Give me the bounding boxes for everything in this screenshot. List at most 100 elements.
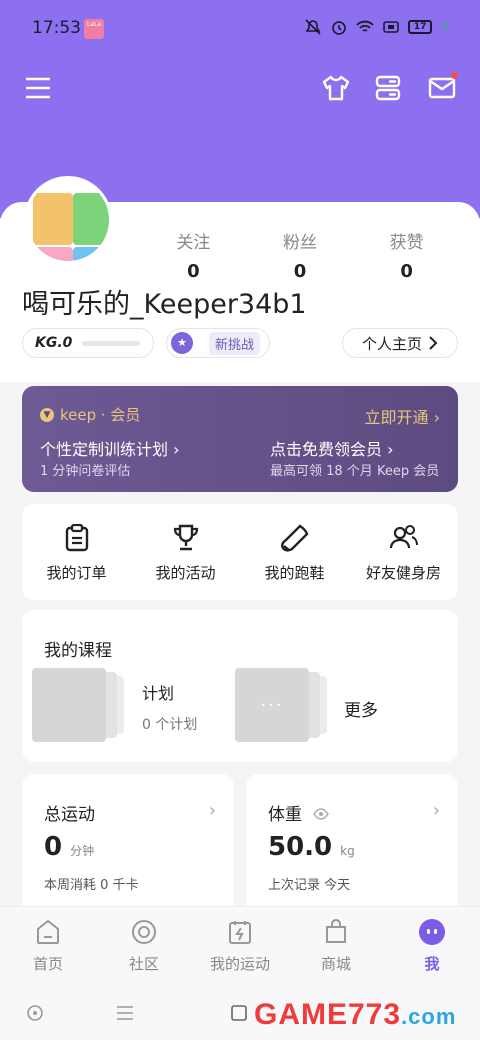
stat-value: 0 (400, 261, 413, 282)
menu-button[interactable] (16, 66, 60, 110)
vip-banner[interactable]: ▼ keep · 会员 立即开通 › 个性定制训练计划 › 1 分钟问卷评估 点… (22, 386, 458, 492)
avatar[interactable] (24, 176, 112, 264)
watermark-text: GAME773 (254, 998, 402, 1031)
homepage-label: 个人主页 (361, 334, 422, 353)
stat-following[interactable]: 关注 0 (140, 228, 247, 282)
shortcut-shoes[interactable]: 我的跑鞋 (240, 504, 349, 600)
plan-title[interactable]: 计划 (142, 680, 174, 704)
weight-sub: 上次记录 今天 (268, 878, 351, 893)
shortcuts-card: 我的订单 我的活动 我的跑鞋 好友健身房 (22, 504, 458, 600)
tab-community[interactable]: 社区 (96, 907, 192, 986)
weight-value-row: 50.0 kg (268, 832, 355, 862)
me-icon (419, 919, 445, 945)
clipboard-icon (65, 524, 88, 552)
weight-value: 50.0 (268, 832, 333, 862)
shortcut-friends-gym[interactable]: 好友健身房 (349, 504, 458, 600)
exercise-value-row: 0 分钟 (44, 832, 94, 862)
square-icon (231, 1005, 247, 1021)
tab-label: 社区 (128, 955, 159, 973)
shirt-icon (322, 75, 350, 101)
tab-label: 商城 (320, 955, 351, 973)
stat-followers[interactable]: 粉丝 0 (247, 228, 354, 282)
shortcut-orders[interactable]: 我的订单 (22, 504, 131, 600)
vip-logo-icon: ▼ (40, 407, 54, 422)
tab-my-sport[interactable]: 我的运动 (192, 907, 288, 986)
chevron-right-icon: › (173, 440, 180, 459)
shop-icon (326, 919, 346, 943)
weight-card[interactable]: 体重 › 50.0 kg 上次记录 今天 (246, 774, 458, 914)
shortcut-label: 我的跑鞋 (264, 564, 325, 582)
exercise-value: 0 (44, 832, 63, 862)
tab-label: 我的运动 (209, 955, 270, 973)
assistant-button[interactable] (22, 1000, 48, 1026)
chevron-right-icon: › (208, 800, 216, 821)
kg-progress-bar (82, 340, 141, 346)
challenge-tag: 新挑战 (209, 331, 261, 355)
vip-open-link[interactable]: 立即开通 › (364, 404, 440, 428)
eye-icon[interactable] (313, 808, 330, 820)
weight-unit: kg (340, 844, 355, 858)
vip-right-title-text: 点击免费领会员 (270, 440, 383, 459)
home-nav-button[interactable] (226, 1000, 252, 1026)
notification-dot (451, 72, 458, 79)
vip-open-label: 立即开通 (364, 408, 429, 427)
vip-left-sub: 1 分钟问卷评估 (40, 464, 131, 479)
username: 喝可乐的_Keeper34b1 (22, 289, 307, 320)
shortcut-label: 好友健身房 (365, 564, 441, 582)
vip-left-title-text: 个性定制训练计划 (40, 440, 169, 459)
chevron-right-icon (429, 336, 438, 350)
stat-label: 粉丝 (283, 233, 317, 253)
app-notification-icon: LaLa (84, 19, 104, 39)
devices-button[interactable] (366, 66, 410, 110)
server-icon (375, 75, 401, 101)
vip-free-member-link[interactable]: 点击免费领会员 › (270, 436, 394, 460)
more-dots-icon: ··· (235, 668, 309, 742)
wifi-icon (356, 20, 374, 32)
thumb-cover (32, 668, 106, 742)
vip-right-sub: 最高可领 18 个月 Keep 会员 (270, 464, 440, 479)
plan-count: 0 个计划 (142, 717, 198, 733)
exercise-title: 总运动 (44, 805, 95, 825)
status-bar: 17:53 LaLa 17 ⚡ (0, 0, 480, 58)
vip-brand-text: keep · 会员 (60, 406, 141, 424)
stat-likes[interactable]: 获赞 0 (353, 228, 460, 282)
exercise-unit: 分钟 (70, 844, 95, 858)
bottom-tab-bar: 首页 社区 我的运动 商城 我 (0, 906, 480, 986)
vip-brand: ▼ keep · 会员 (40, 404, 140, 425)
battery-icon: 17 (408, 20, 433, 34)
plan-thumbnail[interactable] (32, 668, 124, 742)
challenge-pill[interactable]: ★ 新挑战 (166, 328, 270, 358)
alarm-icon (332, 21, 346, 35)
status-time: 17:53 (32, 18, 81, 38)
vip-custom-plan-link[interactable]: 个性定制训练计划 › (40, 436, 180, 460)
shortcut-activities[interactable]: 我的活动 (131, 504, 240, 600)
community-icon (132, 920, 156, 944)
watermark-suffix: .com (401, 1004, 457, 1029)
stat-label: 获赞 (389, 233, 424, 253)
homepage-button[interactable]: 个人主页 (342, 328, 458, 358)
sim-icon (383, 21, 399, 33)
sport-icon (229, 921, 251, 944)
stat-value: 0 (293, 261, 307, 282)
more-courses-thumbnail[interactable]: ··· (235, 668, 327, 742)
total-exercise-card[interactable]: 总运动 › 0 分钟 本周消耗 0 千卡 (22, 774, 234, 914)
profile-stats: 关注 0 粉丝 0 获赞 0 (140, 228, 460, 282)
outfit-button[interactable] (314, 66, 358, 110)
kg-level-pill[interactable]: KG.0 (22, 328, 154, 358)
tab-home[interactable]: 首页 (0, 907, 96, 986)
menu-lines-icon (117, 1006, 133, 1020)
assistant-icon (27, 1005, 43, 1021)
watermark: GAME773.com (254, 998, 456, 1032)
messages-button[interactable] (420, 66, 464, 110)
stat-label: 关注 (176, 233, 211, 253)
tab-me[interactable]: 我 (384, 907, 480, 986)
mail-icon (428, 77, 456, 99)
recent-apps-button[interactable] (112, 1000, 138, 1026)
chevron-right-icon: › (387, 440, 394, 459)
tab-shop[interactable]: 商城 (288, 907, 384, 986)
courses-title: 我的课程 (44, 641, 112, 661)
more-courses-link[interactable]: 更多 (344, 696, 378, 721)
menu-icon (26, 77, 50, 99)
weight-title-row: 体重 (268, 800, 330, 825)
tab-label: 我 (424, 955, 440, 973)
